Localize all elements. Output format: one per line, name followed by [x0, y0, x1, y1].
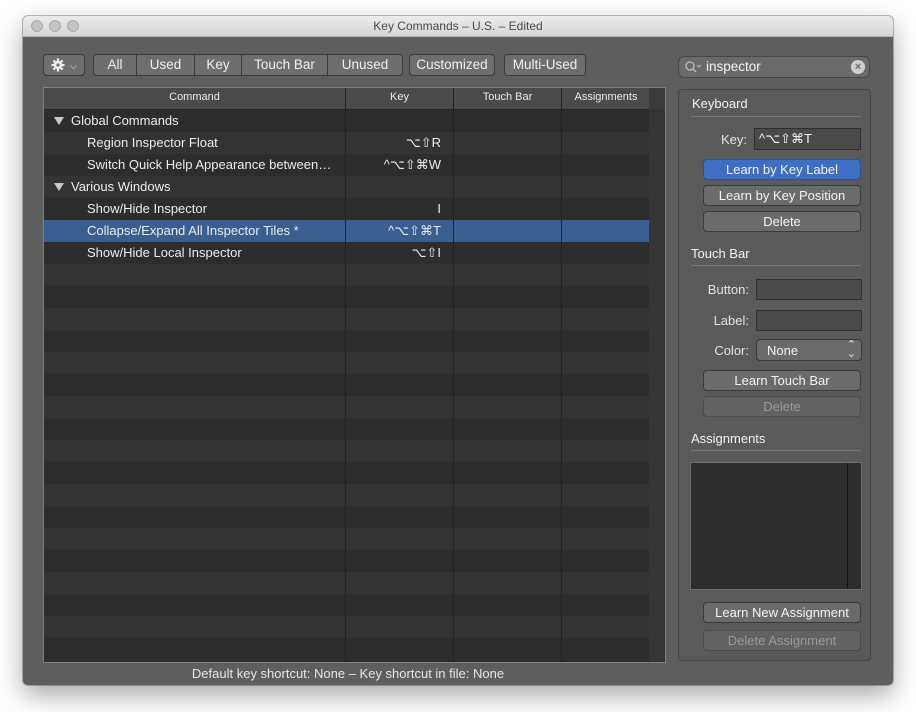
- learn-by-key-position-button[interactable]: Learn by Key Position: [703, 185, 861, 206]
- filter-used[interactable]: Used: [137, 55, 195, 75]
- assignments-heading: Assignments: [691, 431, 766, 446]
- key-shortcut: ⌥⇧I: [411, 245, 442, 260]
- button-label: Button:: [707, 282, 749, 297]
- divider: [691, 450, 861, 451]
- group-label: Various Windows: [71, 179, 171, 194]
- filter-touch-bar[interactable]: Touch Bar: [242, 55, 328, 75]
- key-shortcut: ^⌥⇧⌘T: [388, 223, 441, 238]
- divider: [691, 265, 861, 266]
- filter-unused[interactable]: Unused: [328, 55, 402, 75]
- inspector-panel: Keyboard Key: ^⌥⇧⌘T Learn by Key Label L…: [678, 89, 871, 661]
- table-row[interactable]: Show/Hide Inspector I: [44, 198, 649, 220]
- clear-search-icon[interactable]: ×: [851, 60, 865, 74]
- touch-bar-heading: Touch Bar: [691, 246, 750, 261]
- command-label: Show/Hide Local Inspector: [87, 245, 242, 260]
- label-label: Label:: [713, 313, 749, 328]
- touch-bar-button-field[interactable]: [756, 279, 862, 300]
- filter-key[interactable]: Key: [195, 55, 242, 75]
- column-header-touch-bar[interactable]: Touch Bar: [454, 91, 561, 103]
- table-row[interactable]: Switch Quick Help Appearance between… ^⌥⇧…: [44, 154, 649, 176]
- disclosure-triangle-icon[interactable]: [54, 117, 64, 125]
- empty-table-row: [44, 440, 649, 462]
- filter-segmented-control: All Used Key Touch Bar Unused: [93, 54, 403, 76]
- empty-table-row: [44, 462, 649, 484]
- column-header-assignments[interactable]: Assignments: [562, 91, 650, 103]
- vertical-scrollbar[interactable]: [649, 88, 665, 662]
- empty-table-row: [44, 572, 649, 594]
- scrollbar-corner: [649, 88, 665, 109]
- command-label: Collapse/Expand All Inspector Tiles *: [87, 223, 299, 238]
- up-down-chevron-icon: ⌃ ⌄: [846, 339, 856, 360]
- command-label: Region Inspector Float: [87, 135, 218, 150]
- search-field[interactable]: inspector ×: [678, 56, 870, 78]
- delete-assignment-button[interactable]: Delete Assignment: [703, 630, 861, 651]
- key-shortcut: I: [437, 201, 441, 216]
- key-shortcut: ^⌥⇧⌘W: [383, 157, 441, 172]
- column-divider: [345, 88, 346, 662]
- keyboard-heading: Keyboard: [692, 96, 748, 111]
- empty-table-row: [44, 484, 649, 506]
- group-label: Global Commands: [71, 113, 179, 128]
- empty-table-row: [44, 418, 649, 440]
- magnifier-icon: [684, 60, 702, 79]
- touch-bar-label-field[interactable]: [756, 310, 862, 331]
- empty-table-row: [44, 264, 649, 286]
- key-commands-table: Command Key Touch Bar Assignments Global…: [43, 87, 666, 663]
- table-row[interactable]: Collapse/Expand All Inspector Tiles * ^⌥⇧…: [44, 220, 649, 242]
- empty-table-row: [44, 330, 649, 352]
- empty-table-row: [44, 308, 649, 330]
- delete-key-button[interactable]: Delete: [703, 211, 861, 232]
- empty-table-row: [44, 286, 649, 308]
- table-row[interactable]: Show/Hide Local Inspector ⌥⇧I: [44, 242, 649, 264]
- key-commands-window: Key Commands – U.S. – Edited ⌵ All Used …: [23, 16, 893, 685]
- table-row[interactable]: Various Windows: [44, 176, 649, 198]
- column-divider: [561, 88, 562, 662]
- table-row[interactable]: Global Commands: [44, 110, 649, 132]
- color-popup[interactable]: None ⌃ ⌄: [756, 339, 862, 361]
- key-shortcut: ⌥⇧R: [405, 135, 441, 150]
- filter-all[interactable]: All: [94, 55, 137, 75]
- column-header-command[interactable]: Command: [44, 91, 345, 103]
- command-label: Switch Quick Help Appearance between…: [87, 157, 332, 172]
- empty-table-row: [44, 506, 649, 528]
- empty-table-row: [44, 528, 649, 550]
- empty-table-row: [44, 550, 649, 572]
- empty-table-row: [44, 374, 649, 396]
- window-title: Key Commands – U.S. – Edited: [373, 19, 543, 33]
- divider: [691, 116, 861, 117]
- empty-table-row: [44, 594, 649, 616]
- color-label: Color:: [714, 343, 749, 358]
- learn-new-assignment-button[interactable]: Learn New Assignment: [703, 602, 861, 623]
- column-header-key[interactable]: Key: [346, 91, 453, 103]
- list-divider: [847, 463, 848, 589]
- gear-icon: [51, 58, 65, 78]
- chevron-down-icon: ⌵: [70, 61, 77, 71]
- search-input[interactable]: inspector: [706, 59, 761, 74]
- status-text: Default key shortcut: None – Key shortcu…: [191, 666, 505, 681]
- color-popup-value: None: [767, 343, 799, 358]
- empty-table-row: [44, 616, 649, 638]
- key-field[interactable]: ^⌥⇧⌘T: [754, 128, 861, 150]
- disclosure-triangle-icon[interactable]: [54, 183, 64, 191]
- empty-table-row: [44, 352, 649, 374]
- table-header: Command Key Touch Bar Assignments: [44, 88, 649, 110]
- table-row[interactable]: Region Inspector Float ⌥⇧R: [44, 132, 649, 154]
- learn-touch-bar-button[interactable]: Learn Touch Bar: [703, 370, 861, 391]
- title-bar: Key Commands – U.S. – Edited: [23, 16, 893, 37]
- learn-by-key-label-button[interactable]: Learn by Key Label: [703, 159, 861, 180]
- empty-table-row: [44, 396, 649, 418]
- multi-used-button[interactable]: Multi-Used: [504, 54, 586, 76]
- key-label: Key:: [720, 132, 747, 147]
- column-divider: [453, 88, 454, 662]
- customized-button[interactable]: Customized: [409, 54, 495, 76]
- gear-menu-button[interactable]: ⌵: [43, 54, 85, 76]
- delete-touch-bar-button[interactable]: Delete: [703, 396, 861, 417]
- empty-table-row: [44, 638, 649, 660]
- command-label: Show/Hide Inspector: [87, 201, 207, 216]
- assignments-list[interactable]: [690, 462, 862, 590]
